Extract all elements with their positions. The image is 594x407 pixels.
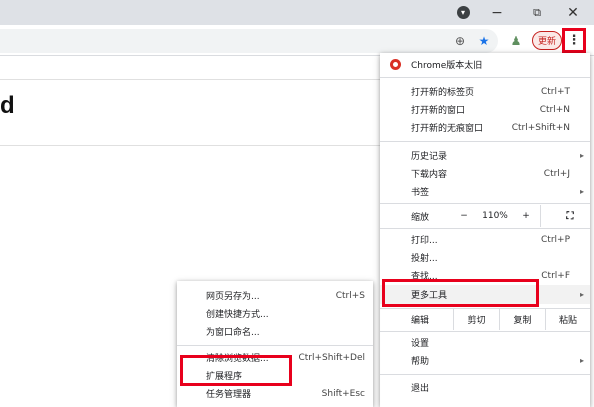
chrome-menu-button[interactable]: ⋮ (562, 28, 586, 53)
page-divider (0, 79, 380, 80)
menu-separator (380, 203, 590, 204)
menu-item-exit[interactable]: 退出 (380, 379, 590, 396)
edit-row: 编辑 剪切 复制 粘贴 (380, 308, 590, 330)
kebab-menu-icon: ⋮ (567, 33, 581, 48)
address-bar[interactable] (0, 29, 498, 53)
menu-item-extensions[interactable]: 扩展程序 (177, 367, 373, 384)
cut-button[interactable]: 剪切 (453, 308, 499, 330)
update-button[interactable]: 更新 (532, 31, 562, 50)
bookmark-star-icon[interactable]: ★ (474, 31, 494, 51)
minimize-icon: − (491, 4, 503, 21)
menu-item-new-tab[interactable]: 打开新的标签页 Ctrl+T (380, 83, 590, 100)
menu-separator (380, 141, 590, 142)
menu-separator (380, 374, 590, 375)
menu-item-name-window[interactable]: 为窗口命名... (177, 323, 373, 340)
menu-item-bookmarks[interactable]: 书签 ▸ (380, 183, 590, 200)
restore-button[interactable]: ⧉ (520, 0, 554, 25)
submenu-arrow-icon: ▸ (579, 290, 584, 299)
menu-separator (380, 331, 590, 332)
restore-icon: ⧉ (533, 5, 541, 19)
toolbar: ⊕ ★ ♟ 更新 (0, 25, 594, 56)
menu-separator (380, 77, 590, 78)
menu-item-cast[interactable]: 投射... (380, 249, 590, 266)
extension-icon[interactable]: ♟ (506, 31, 526, 51)
chrome-main-menu: Chrome版本太旧 打开新的标签页 Ctrl+T 打开新的窗口 Ctrl+N … (380, 53, 590, 407)
menu-item-downloads[interactable]: 下载内容 Ctrl+J (380, 165, 590, 182)
chrome-warning-icon (390, 59, 401, 70)
zoom-level: 110% (482, 211, 508, 221)
menu-separator (380, 228, 590, 229)
profile-icon: ▾ (456, 6, 470, 19)
more-tools-submenu: 网页另存为... Ctrl+S 创建快捷方式... 为窗口命名... 清除浏览数… (177, 281, 373, 407)
zoom-indicator-icon[interactable]: ⊕ (450, 31, 470, 51)
zoom-in-button[interactable]: + (515, 205, 537, 227)
close-icon: ✕ (567, 4, 579, 21)
menu-item-help[interactable]: 帮助 ▸ (380, 352, 590, 369)
submenu-arrow-icon: ▸ (579, 356, 584, 365)
menu-item-create-shortcut[interactable]: 创建快捷方式... (177, 305, 373, 322)
close-button[interactable]: ✕ (556, 0, 590, 25)
menu-separator (540, 205, 541, 227)
fullscreen-icon: ⛶ (566, 210, 574, 222)
menu-item-more-tools[interactable]: 更多工具 ▸ (380, 285, 590, 304)
submenu-arrow-icon: ▸ (579, 151, 584, 160)
zoom-row: 缩放 − 110% + ⛶ (380, 205, 590, 227)
menu-item-history[interactable]: 历史记录 ▸ (380, 147, 590, 164)
menu-item-chrome-outdated[interactable]: Chrome版本太旧 (380, 56, 590, 73)
page-heading: d (0, 92, 15, 119)
menu-item-save-page[interactable]: 网页另存为... Ctrl+S (177, 287, 373, 304)
menu-item-settings[interactable]: 设置 (380, 334, 590, 351)
minimize-button[interactable]: − (480, 0, 514, 25)
menu-item-task-manager[interactable]: 任务管理器 Shift+Esc (177, 385, 373, 402)
menu-separator (177, 345, 373, 346)
menu-item-incognito[interactable]: 打开新的无痕窗口 Ctrl+Shift+N (380, 119, 590, 136)
menu-item-find[interactable]: 查找... Ctrl+F (380, 267, 590, 284)
title-bar: ▾ − ⧉ ✕ (0, 0, 594, 25)
paste-button[interactable]: 粘贴 (545, 308, 590, 330)
copy-button[interactable]: 复制 (499, 308, 545, 330)
page-divider (0, 145, 380, 146)
profile-button[interactable]: ▾ (446, 0, 480, 25)
fullscreen-button[interactable]: ⛶ (550, 205, 590, 227)
menu-item-new-window[interactable]: 打开新的窗口 Ctrl+N (380, 101, 590, 118)
menu-item-clear-data[interactable]: 清除浏览数据... Ctrl+Shift+Del (177, 349, 373, 366)
zoom-out-button[interactable]: − (453, 205, 475, 227)
menu-item-print[interactable]: 打印... Ctrl+P (380, 231, 590, 248)
submenu-arrow-icon: ▸ (579, 187, 584, 196)
